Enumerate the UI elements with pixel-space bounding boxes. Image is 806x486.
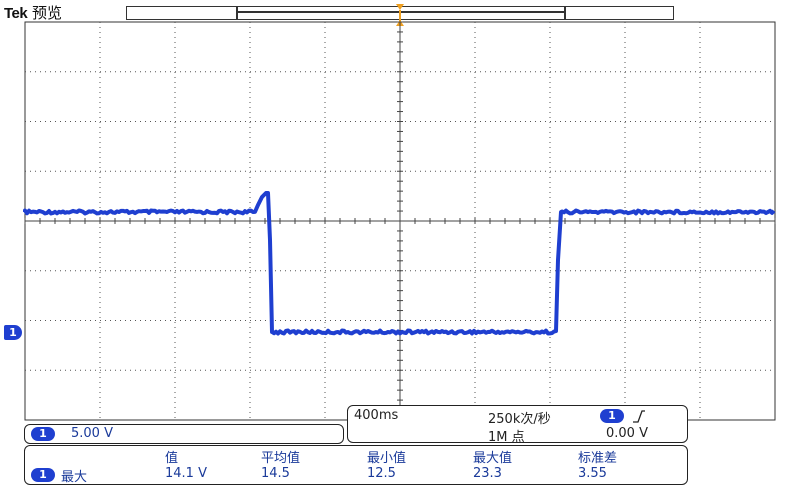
channel-1-badge: 1 <box>31 427 55 441</box>
measurement-min: 12.5 <box>367 466 396 481</box>
rising-edge-icon <box>633 410 645 423</box>
trigger-level: 0.00 V <box>606 426 648 441</box>
channel-scale: 5.00 V <box>71 426 113 441</box>
measurement-value: 14.1 V <box>165 466 207 481</box>
time-per-division: 400ms <box>354 408 399 423</box>
channel-1-ground-marker[interactable]: 1 <box>4 325 22 340</box>
measurement-header-value: 值 <box>165 451 179 466</box>
measurement-header-min: 最小值 <box>367 451 407 466</box>
record-length: 1M 点 <box>488 430 525 445</box>
graticule <box>24 21 776 421</box>
measurement-header-mean: 平均值 <box>261 451 301 466</box>
channel-scale-panel[interactable]: 1 5.00 V <box>24 424 344 444</box>
measurement-max: 23.3 <box>473 466 502 481</box>
measurement-header-max: 最大值 <box>473 451 513 466</box>
trigger-source-badge: 1 <box>600 409 624 423</box>
measurement-header-stddev: 标准差 <box>578 451 618 466</box>
sample-rate: 250k次/秒 <box>488 412 551 427</box>
measurement-stddev: 3.55 <box>578 466 607 481</box>
measurement-mean: 14.5 <box>261 466 290 481</box>
measurement-source-badge: 1 <box>31 468 55 482</box>
measurement-type: 最大 <box>61 470 88 485</box>
measurement-panel[interactable]: 值 平均值 最小值 最大值 标准差 1 最大 14.1 V 14.5 12.5 … <box>24 445 688 485</box>
timebase-panel[interactable]: 400ms 250k次/秒 1M 点 1 0.00 V <box>347 405 688 445</box>
